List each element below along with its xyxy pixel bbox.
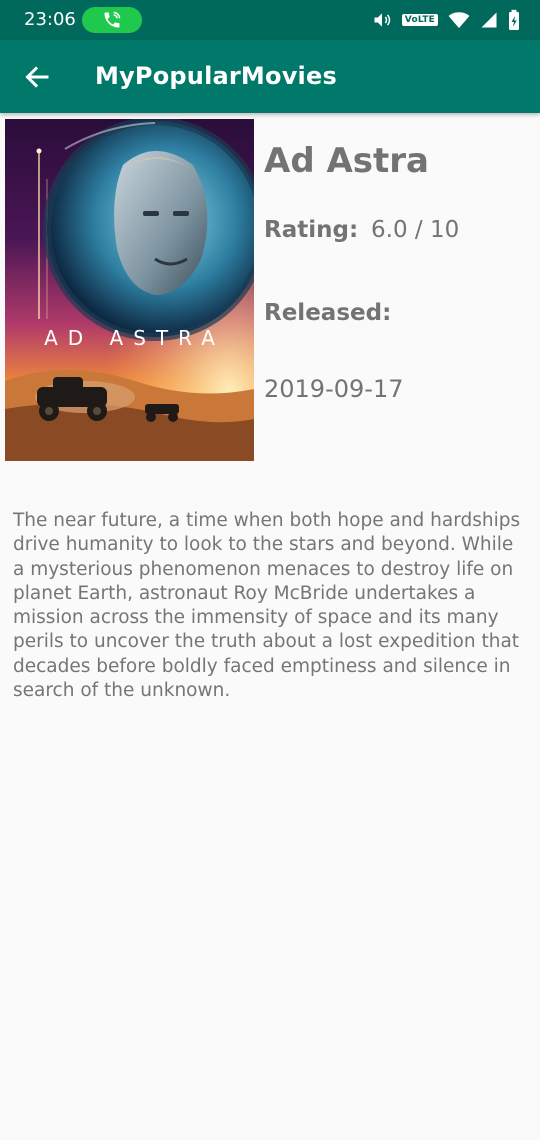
- movie-title: Ad Astra: [264, 141, 430, 181]
- back-button[interactable]: [18, 58, 56, 96]
- status-bar: 23:06 VoLTE: [0, 0, 540, 40]
- call-active-icon: [104, 11, 121, 28]
- battery-charging-icon: [509, 9, 519, 30]
- app-title: MyPopularMovies: [95, 62, 337, 90]
- ongoing-call-chip[interactable]: [82, 7, 142, 33]
- poster-title-text: AD ASTRA: [44, 326, 225, 350]
- released-label: Released:: [264, 300, 392, 326]
- volte-icon: VoLTE: [401, 14, 438, 26]
- movie-overview: The near future, a time when both hope a…: [13, 510, 521, 702]
- movie-poster[interactable]: AD ASTRA: [5, 119, 254, 461]
- released-date: 2019-09-17: [264, 375, 404, 403]
- app-bar: MyPopularMovies: [0, 40, 540, 113]
- signal-icon: [481, 12, 497, 28]
- poster-artwork: [5, 119, 254, 461]
- status-icons: VoLTE: [372, 8, 520, 32]
- wifi-icon: [448, 12, 470, 29]
- volume-icon: [374, 13, 391, 27]
- rating-value: 6.0 / 10: [371, 217, 460, 243]
- status-time: 23:06: [24, 9, 76, 30]
- arrow-back-icon: [25, 66, 49, 88]
- rating-label: Rating:: [264, 217, 359, 243]
